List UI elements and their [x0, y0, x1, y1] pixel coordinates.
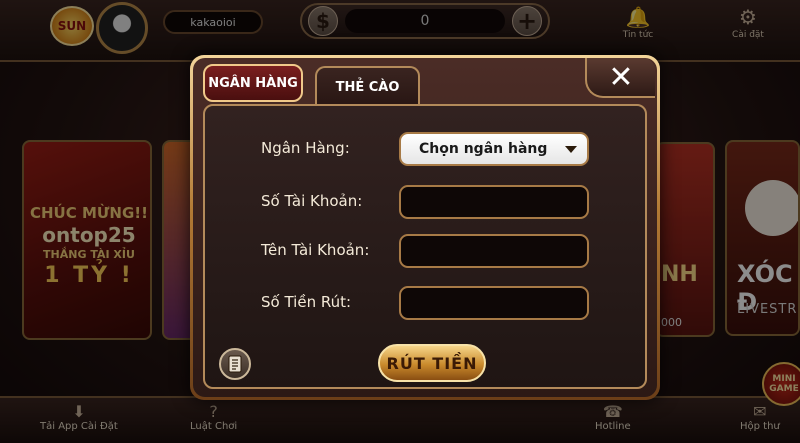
account-number-label: Số Tài Khoản:: [261, 192, 363, 210]
close-button[interactable]: ✕: [585, 58, 655, 98]
bank-select[interactable]: Chọn ngân hàng: [399, 132, 589, 166]
account-name-input[interactable]: [399, 234, 589, 268]
bank-select-value: Chọn ngân hàng: [419, 141, 548, 157]
tab-bank[interactable]: NGÂN HÀNG: [203, 64, 303, 102]
account-number-input[interactable]: [399, 185, 589, 219]
withdraw-button[interactable]: RÚT TIỀN: [378, 344, 486, 382]
account-name-label: Tên Tài Khoản:: [261, 241, 370, 259]
amount-label: Số Tiền Rút:: [261, 293, 352, 311]
amount-input[interactable]: [399, 286, 589, 320]
close-icon: ✕: [608, 59, 634, 95]
history-button[interactable]: [219, 348, 251, 380]
tab-scratch-card[interactable]: THẺ CÀO: [315, 66, 420, 106]
withdraw-modal: NGÂN HÀNG THẺ CÀO ✕ Ngân Hàng: Chọn ngân…: [190, 55, 660, 400]
withdraw-modal-body: NGÂN HÀNG THẺ CÀO ✕ Ngân Hàng: Chọn ngân…: [193, 58, 657, 397]
withdraw-form: Ngân Hàng: Chọn ngân hàng Số Tài Khoản: …: [203, 104, 647, 389]
chevron-down-icon: [565, 146, 577, 153]
document-icon: [228, 355, 242, 373]
bank-label: Ngân Hàng:: [261, 139, 350, 157]
